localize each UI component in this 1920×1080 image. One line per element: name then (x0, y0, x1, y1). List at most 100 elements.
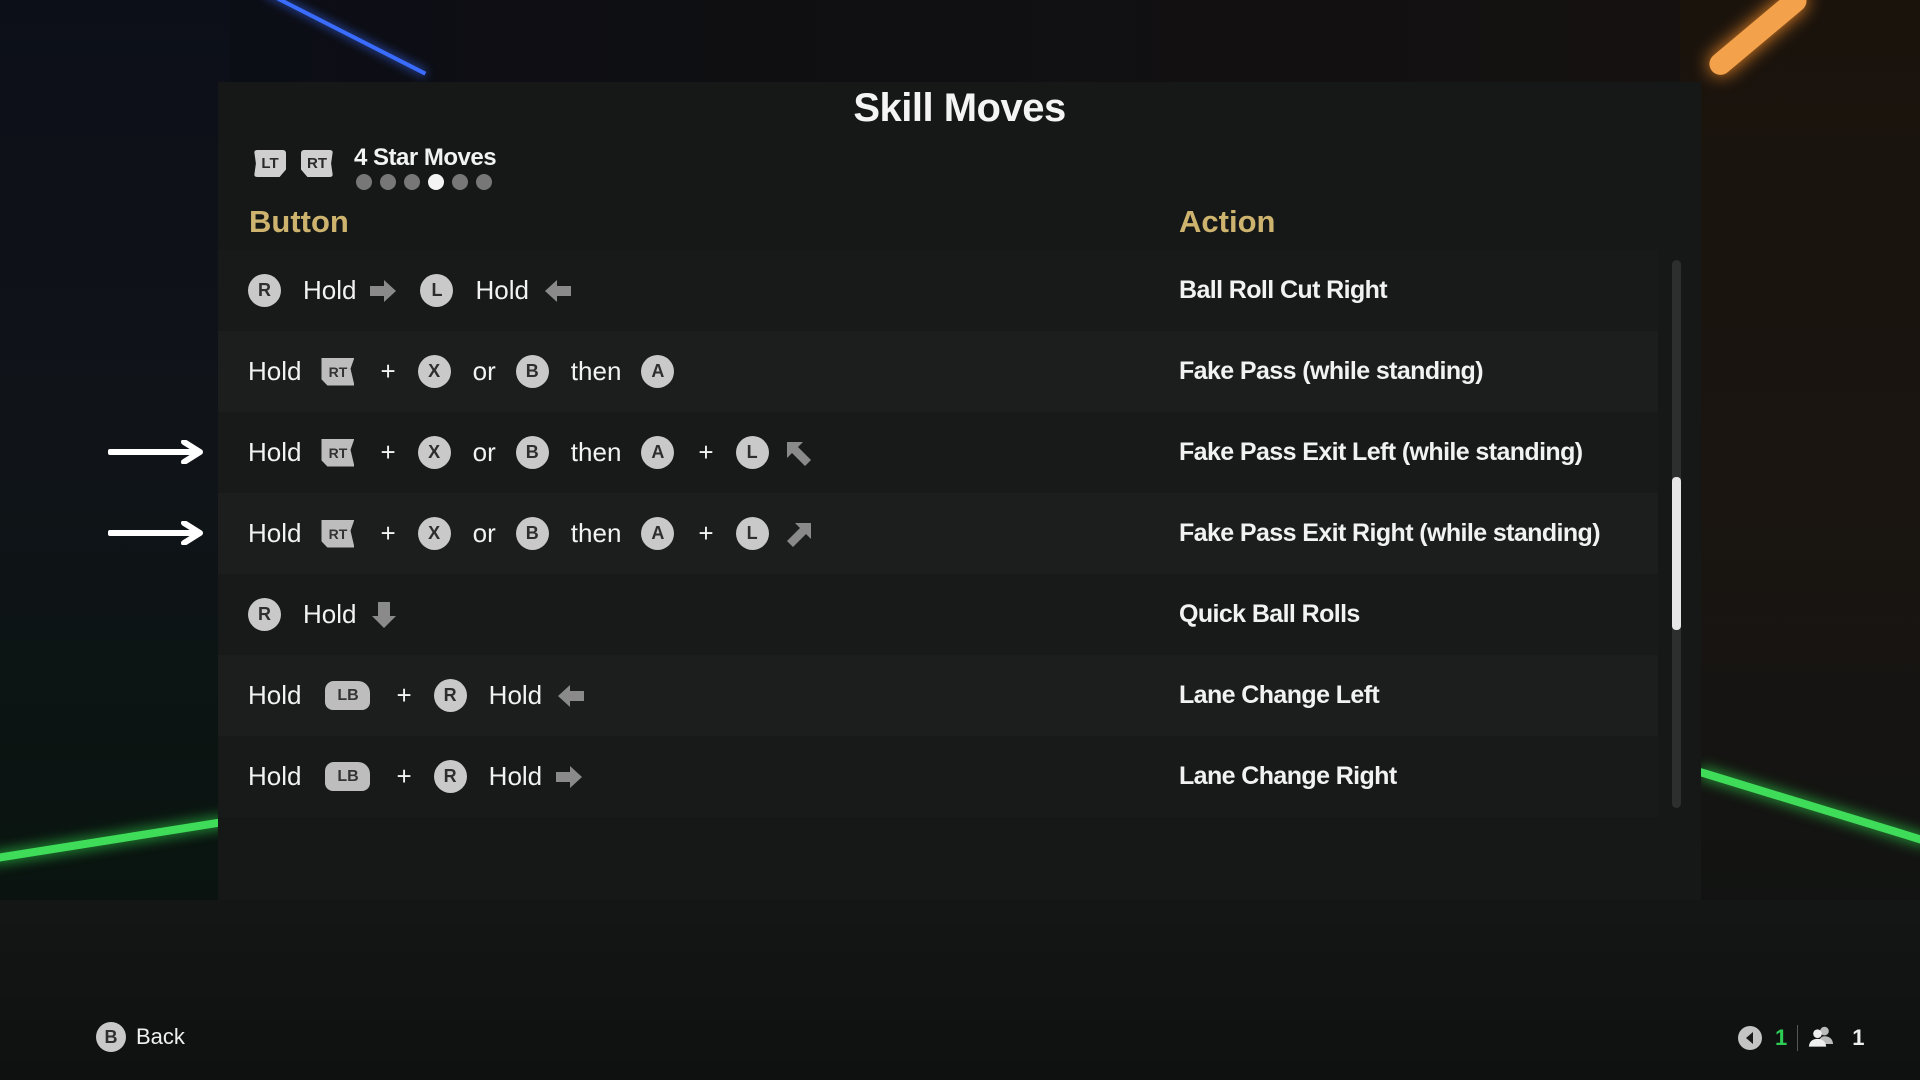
action-label: Fake Pass (while standing) (1179, 357, 1484, 385)
plus-sign: + (396, 680, 412, 710)
combo-text: Hold (488, 680, 543, 710)
action-label: Fake Pass Exit Left (while standing) (1179, 438, 1583, 466)
x-button-icon: X (417, 355, 451, 388)
combo-text: Hold (248, 761, 302, 791)
lb-bumper-icon: LB (325, 681, 371, 710)
x-button-icon: X (417, 436, 451, 469)
background-floor (0, 900, 1920, 1080)
page-dot (356, 174, 372, 190)
page-dot (452, 174, 468, 190)
b-button-icon: B (515, 355, 549, 388)
page-dot (380, 174, 396, 190)
category-selector: LT RT 4 Star Moves (254, 144, 497, 190)
x-button-icon: X (417, 517, 451, 550)
combo-text: then (570, 437, 622, 467)
button-combo: R Hold L Hold (248, 250, 593, 331)
r-button-icon: R (433, 679, 467, 712)
l-button-icon: L (420, 274, 454, 307)
skill-move-row[interactable]: Hold RT + Xor Bthen A + L Fake Pass Exit Right (… (218, 493, 1658, 574)
next-category-button[interactable]: RT (301, 150, 333, 177)
combo-text: Hold (248, 680, 302, 710)
combo-text: then (570, 518, 622, 548)
voice-count: 1 (1775, 1025, 1788, 1050)
lb-bumper-icon: LB (325, 762, 371, 791)
b-button-icon: B (96, 1022, 126, 1052)
combo-text: Hold (248, 518, 302, 548)
players-count: 1 (1852, 1025, 1865, 1050)
skill-move-row[interactable]: Hold LB + R Hold Lane Change Right (218, 736, 1658, 817)
page-dot-active (428, 174, 444, 190)
page-title: Skill Moves (853, 86, 1066, 130)
combo-text: Hold (303, 599, 357, 629)
page-dot (404, 174, 420, 190)
back-label: Back (136, 1024, 185, 1049)
plus-sign: + (380, 518, 396, 548)
combo-text: Hold (488, 761, 543, 791)
arrow-down-icon (368, 600, 400, 630)
prev-category-button[interactable]: LT (254, 150, 286, 177)
pointer-arrow-icon (108, 440, 204, 464)
b-button-icon: B (515, 436, 549, 469)
combo-text: Hold (248, 356, 302, 386)
action-label: Lane Change Right (1179, 762, 1397, 790)
arrow-left-icon (541, 276, 573, 306)
combo-text: Hold (303, 275, 357, 305)
skill-moves-panel: Skill Moves LT RT 4 Star Moves Button Ac… (218, 82, 1701, 900)
a-button-icon: A (641, 436, 675, 469)
plus-sign: + (396, 761, 412, 791)
arrow-up-right-icon (783, 519, 815, 549)
scrollbar[interactable] (1672, 260, 1681, 808)
plus-sign: + (380, 437, 396, 467)
button-combo: Hold RT + Xor Bthen A + L (248, 493, 835, 574)
skill-move-row[interactable]: Hold RT + Xor Bthen A + L Fake Pass Exit Left (w… (218, 412, 1658, 493)
r-button-icon: R (248, 598, 281, 631)
plus-sign: + (380, 356, 396, 386)
combo-text: or (472, 356, 496, 386)
action-label: Ball Roll Cut Right (1179, 276, 1388, 304)
scrollbar-thumb[interactable] (1672, 477, 1681, 630)
rt-trigger-icon: RT (321, 519, 355, 548)
b-button-icon: B (515, 517, 549, 550)
a-button-icon: A (641, 517, 675, 550)
rt-trigger-icon: RT (321, 357, 355, 386)
button-combo: Hold RT + Xor Bthen A (248, 331, 696, 412)
r-button-icon: R (248, 274, 281, 307)
status-bar: 1 1 (1737, 1022, 1865, 1054)
a-button-icon: A (641, 355, 675, 388)
arrow-right-icon (368, 276, 400, 306)
skill-move-row[interactable]: Hold LB + R Hold Lane Change Left (218, 655, 1658, 736)
combo-text: then (570, 356, 622, 386)
combo-text: Hold (248, 437, 302, 467)
action-label: Lane Change Left (1179, 681, 1380, 709)
players-icon (1808, 1025, 1834, 1051)
arrow-left-icon (554, 681, 586, 711)
skill-move-row[interactable]: Hold RT + Xor Bthen A Fake Pass (while standin… (218, 331, 1658, 412)
page-dot (476, 174, 492, 190)
page-indicator (356, 174, 496, 190)
pointer-arrow-icon (108, 521, 204, 545)
combo-text: Hold (475, 275, 529, 305)
back-button[interactable]: B Back (96, 1022, 185, 1052)
l-button-icon: L (735, 436, 769, 469)
category-label: 4 Star Moves (354, 144, 497, 171)
button-combo: Hold LB + R Hold (248, 655, 606, 736)
column-header-action: Action (1179, 204, 1276, 239)
button-combo: Hold RT + Xor Bthen A + L (248, 412, 835, 493)
action-label: Quick Ball Rolls (1179, 600, 1360, 628)
button-combo: Hold LB + R Hold (248, 736, 606, 817)
combo-text: or (472, 518, 496, 548)
status-divider (1797, 1025, 1799, 1051)
l-button-icon: L (735, 517, 769, 550)
skill-move-row[interactable]: R Hold L Hold Ball Roll Cut Right (218, 250, 1658, 331)
background-ceiling (0, 0, 1920, 90)
arrow-up-left-icon (783, 438, 815, 468)
action-label: Fake Pass Exit Right (while standing) (1179, 519, 1601, 547)
rt-trigger-icon: RT (321, 438, 355, 467)
arrow-right-icon (554, 762, 586, 792)
speaker-icon (1737, 1025, 1763, 1051)
button-combo: R Hold (248, 574, 420, 655)
combo-text: or (472, 437, 496, 467)
column-header-button: Button (249, 204, 349, 239)
skill-move-row[interactable]: R Hold Quick Ball Rolls (218, 574, 1658, 655)
plus-sign: + (698, 518, 714, 548)
